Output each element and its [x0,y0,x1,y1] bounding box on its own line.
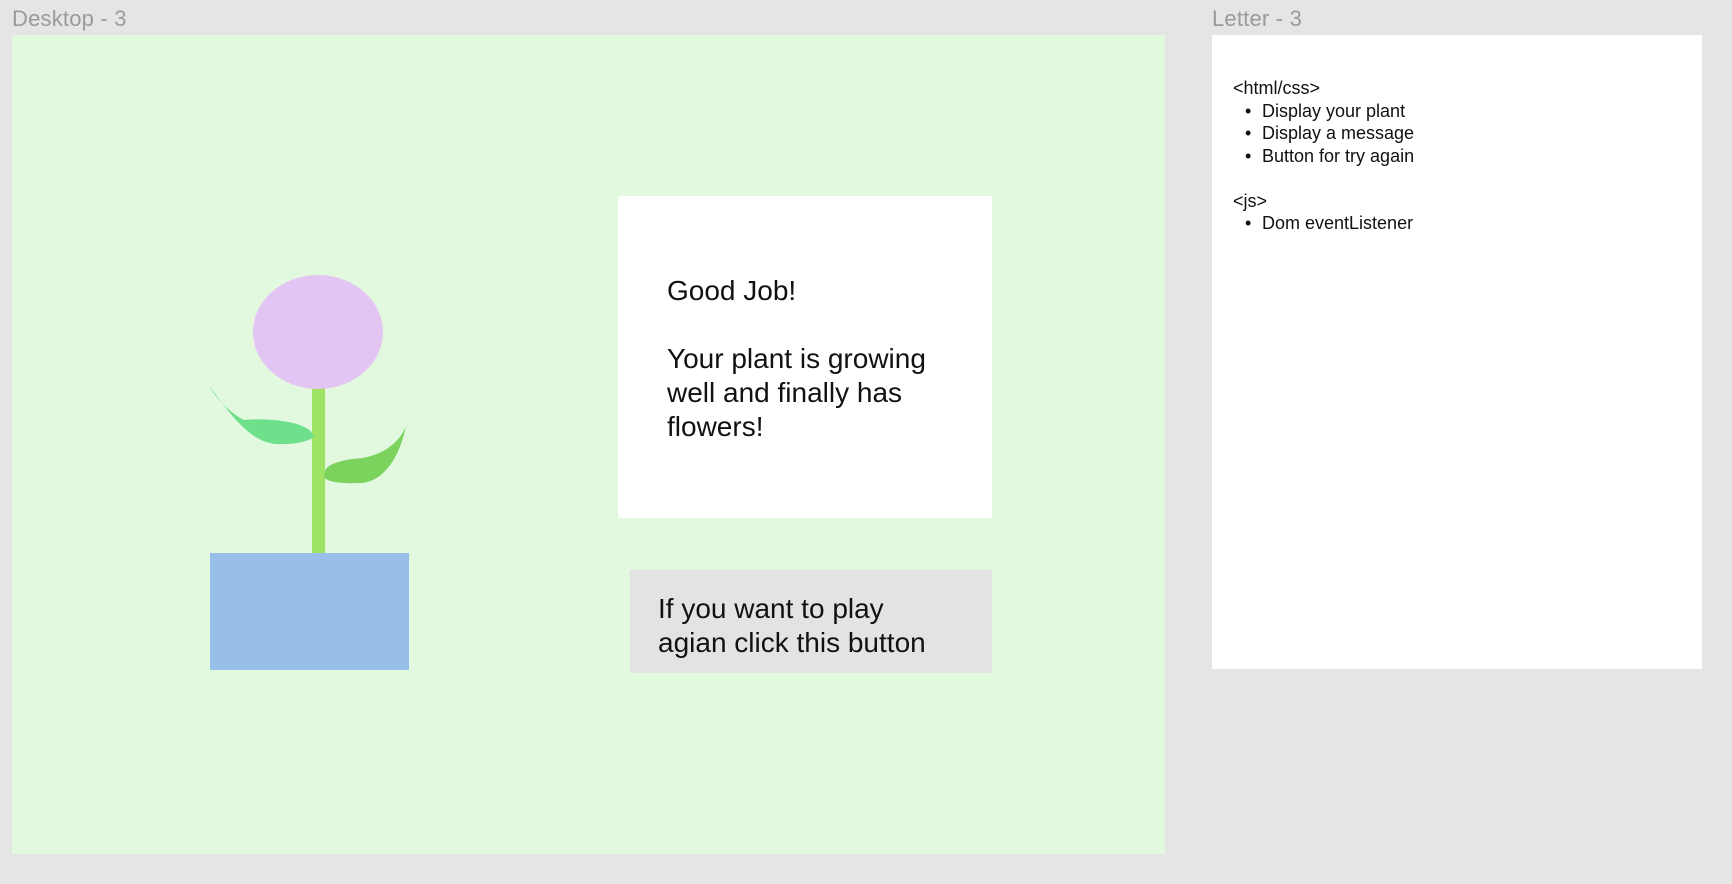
plant-flower [253,275,383,389]
list-item-text: Dom eventListener [1262,213,1414,233]
desktop-frame: Good Job! Your plant is growing well and… [12,35,1165,854]
list-item-text: Display a message [1262,123,1415,143]
message-body: Your plant is growing well and finally h… [667,343,926,442]
list-item-text: Button for try again [1262,145,1415,166]
bullet-icon: • [1245,145,1252,166]
plant-leaf-right [324,426,406,484]
js-notes-list: • Dom eventListener [1233,212,1682,235]
try-again-button-line-1: If you want to play [658,593,884,624]
list-item: • Button for try again [1233,145,1682,168]
html-css-notes-list: • Display your plant • Display a message •… [1233,100,1682,168]
try-again-button[interactable]: If you want to play agian click this but… [630,570,992,673]
list-item: • Display your plant [1233,100,1682,123]
message-headline: Good Job! [667,275,797,306]
try-again-button-line-2: agian click this button [658,627,926,658]
desktop-frame-label: Desktop - 3 [12,6,127,31]
bullet-icon: • [1245,213,1252,233]
bullet-icon: • [1245,100,1252,121]
list-item: • Display a message [1233,122,1682,145]
section-heading-js: <js> [1233,190,1268,211]
bullet-icon: • [1245,123,1252,143]
plant-pot [210,553,409,670]
list-item: • Dom eventListener [1233,212,1682,235]
message-card: Good Job! Your plant is growing well and… [618,196,992,518]
letter-frame: <html/css> • Display your plant • Display … [1212,35,1702,669]
section-heading-html-css: <html/css> [1233,78,1321,98]
list-item-text: Display your plant [1262,100,1406,121]
plant-illustration [210,275,409,670]
letter-frame-label: Letter - 3 [1212,6,1303,31]
plant-leaf-left [210,387,314,445]
